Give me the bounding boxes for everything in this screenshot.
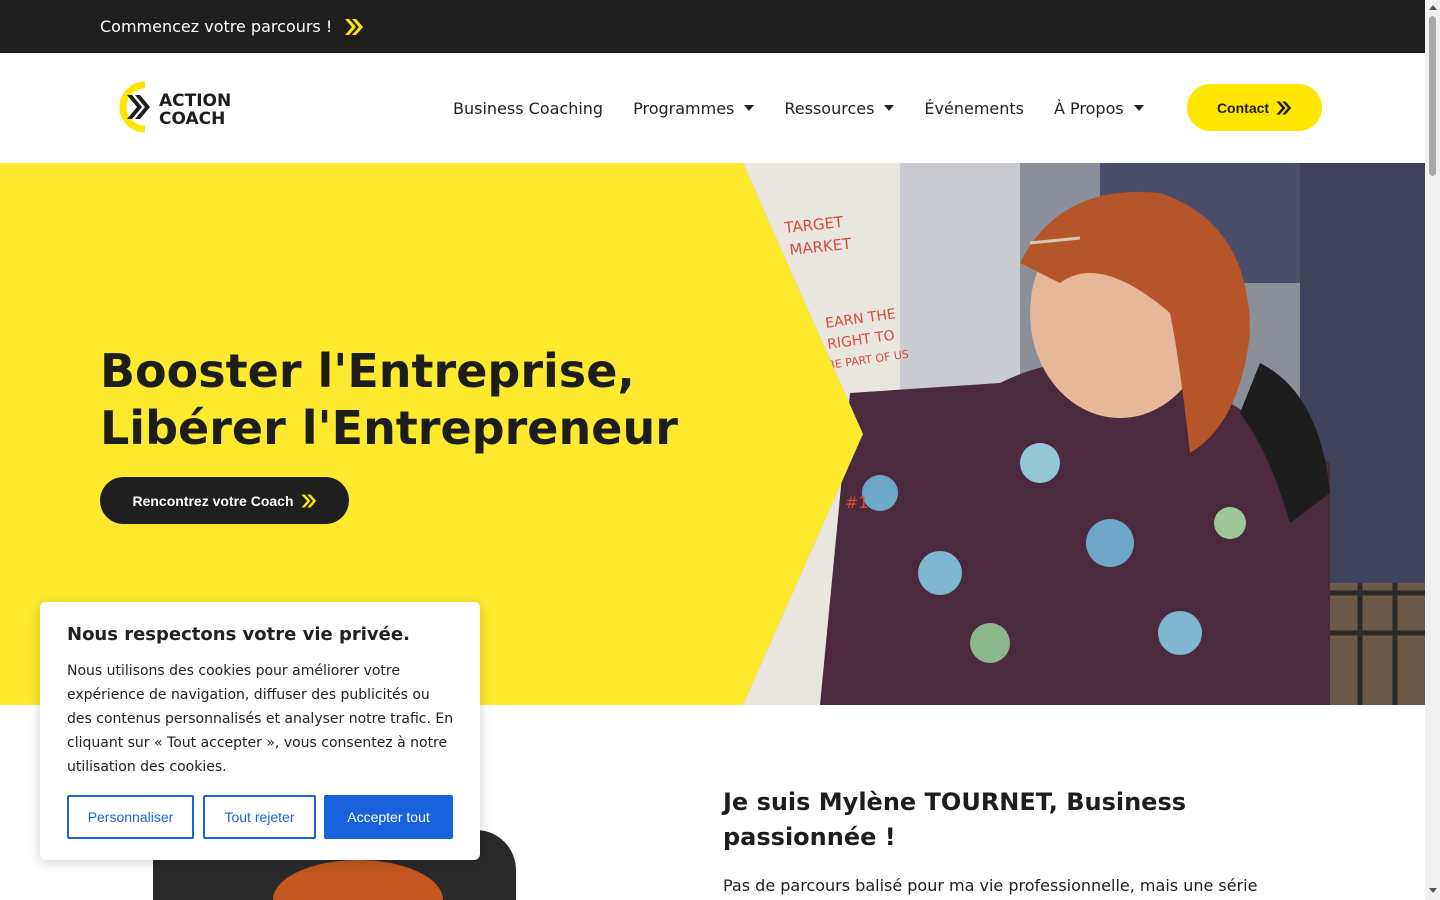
caret-down-icon [884,105,895,111]
nav-label: Business Coaching [453,98,604,118]
nav-item-ressources[interactable]: Ressources [784,98,895,118]
double-chevron-right-icon [300,493,316,508]
nav-item-evenements[interactable]: Événements [924,99,1024,118]
intro-title: Je suis Mylène TOURNET, Business passion… [723,788,1187,851]
cookie-title: Nous respectons votre vie privée. [67,624,410,645]
cookie-text: Nous utilisons des cookies pour améliore… [67,663,454,775]
contact-label: Contact [1216,99,1270,116]
page-scrollbar[interactable] [1425,0,1440,900]
scroll-down-icon[interactable] [1429,888,1437,893]
hero-title-line-1: Booster l'Entreprise, [100,344,635,398]
hero-title-line-2: Libérer l'Entrepreneur [100,401,678,455]
logo-text-coach: COACH [159,109,225,129]
caret-down-icon [744,105,755,111]
nav-label: Programmes [633,98,735,118]
cookie-accept-button[interactable]: Accepter tout [324,795,453,839]
nav-item-business-coaching[interactable]: Business Coaching [453,99,603,118]
nav-item-programmes[interactable]: Programmes [633,98,755,118]
double-chevron-right-icon [1276,100,1292,115]
scroll-up-icon[interactable] [1429,5,1437,10]
nav-item-a-propos[interactable]: À Propos [1054,99,1144,118]
contact-button[interactable]: Contact [1187,84,1322,131]
hero-title: Booster l'Entreprise, Libérer l'Entrepre… [100,343,678,457]
main-nav: Business Coaching Programmes Ressources … [453,53,1174,163]
start-journey-label: Commencez votre parcours ! [100,17,333,36]
site-header: ACTION COACH Business Coaching Programme… [0,53,1425,163]
portrait-hair [273,860,443,900]
caret-down-icon [1133,105,1144,111]
actioncoach-logo[interactable]: ACTION COACH [113,77,238,137]
nav-label: Événements [924,98,1025,118]
cookie-customize-button[interactable]: Personnaliser [67,795,194,839]
nav-label: À Propos [1054,98,1124,118]
logo-text-action: ACTION [159,91,231,111]
meet-coach-button[interactable]: Rencontrez votre Coach [100,477,349,524]
cookie-reject-button[interactable]: Tout rejeter [203,795,316,839]
flipchart-text: #1 [845,493,869,512]
meet-coach-label: Rencontrez votre Coach [132,492,294,509]
scrollbar-thumb[interactable] [1429,16,1436,176]
nav-label: Ressources [784,98,875,118]
double-chevron-right-icon [345,18,364,35]
cookie-consent-banner: Nous respectons votre vie privée. Nous u… [40,602,480,860]
start-journey-link[interactable]: Commencez votre parcours ! [100,0,364,53]
announcement-bar: Commencez votre parcours ! [0,0,1425,53]
intro-text: Pas de parcours balisé pour ma vie profe… [723,876,1258,895]
